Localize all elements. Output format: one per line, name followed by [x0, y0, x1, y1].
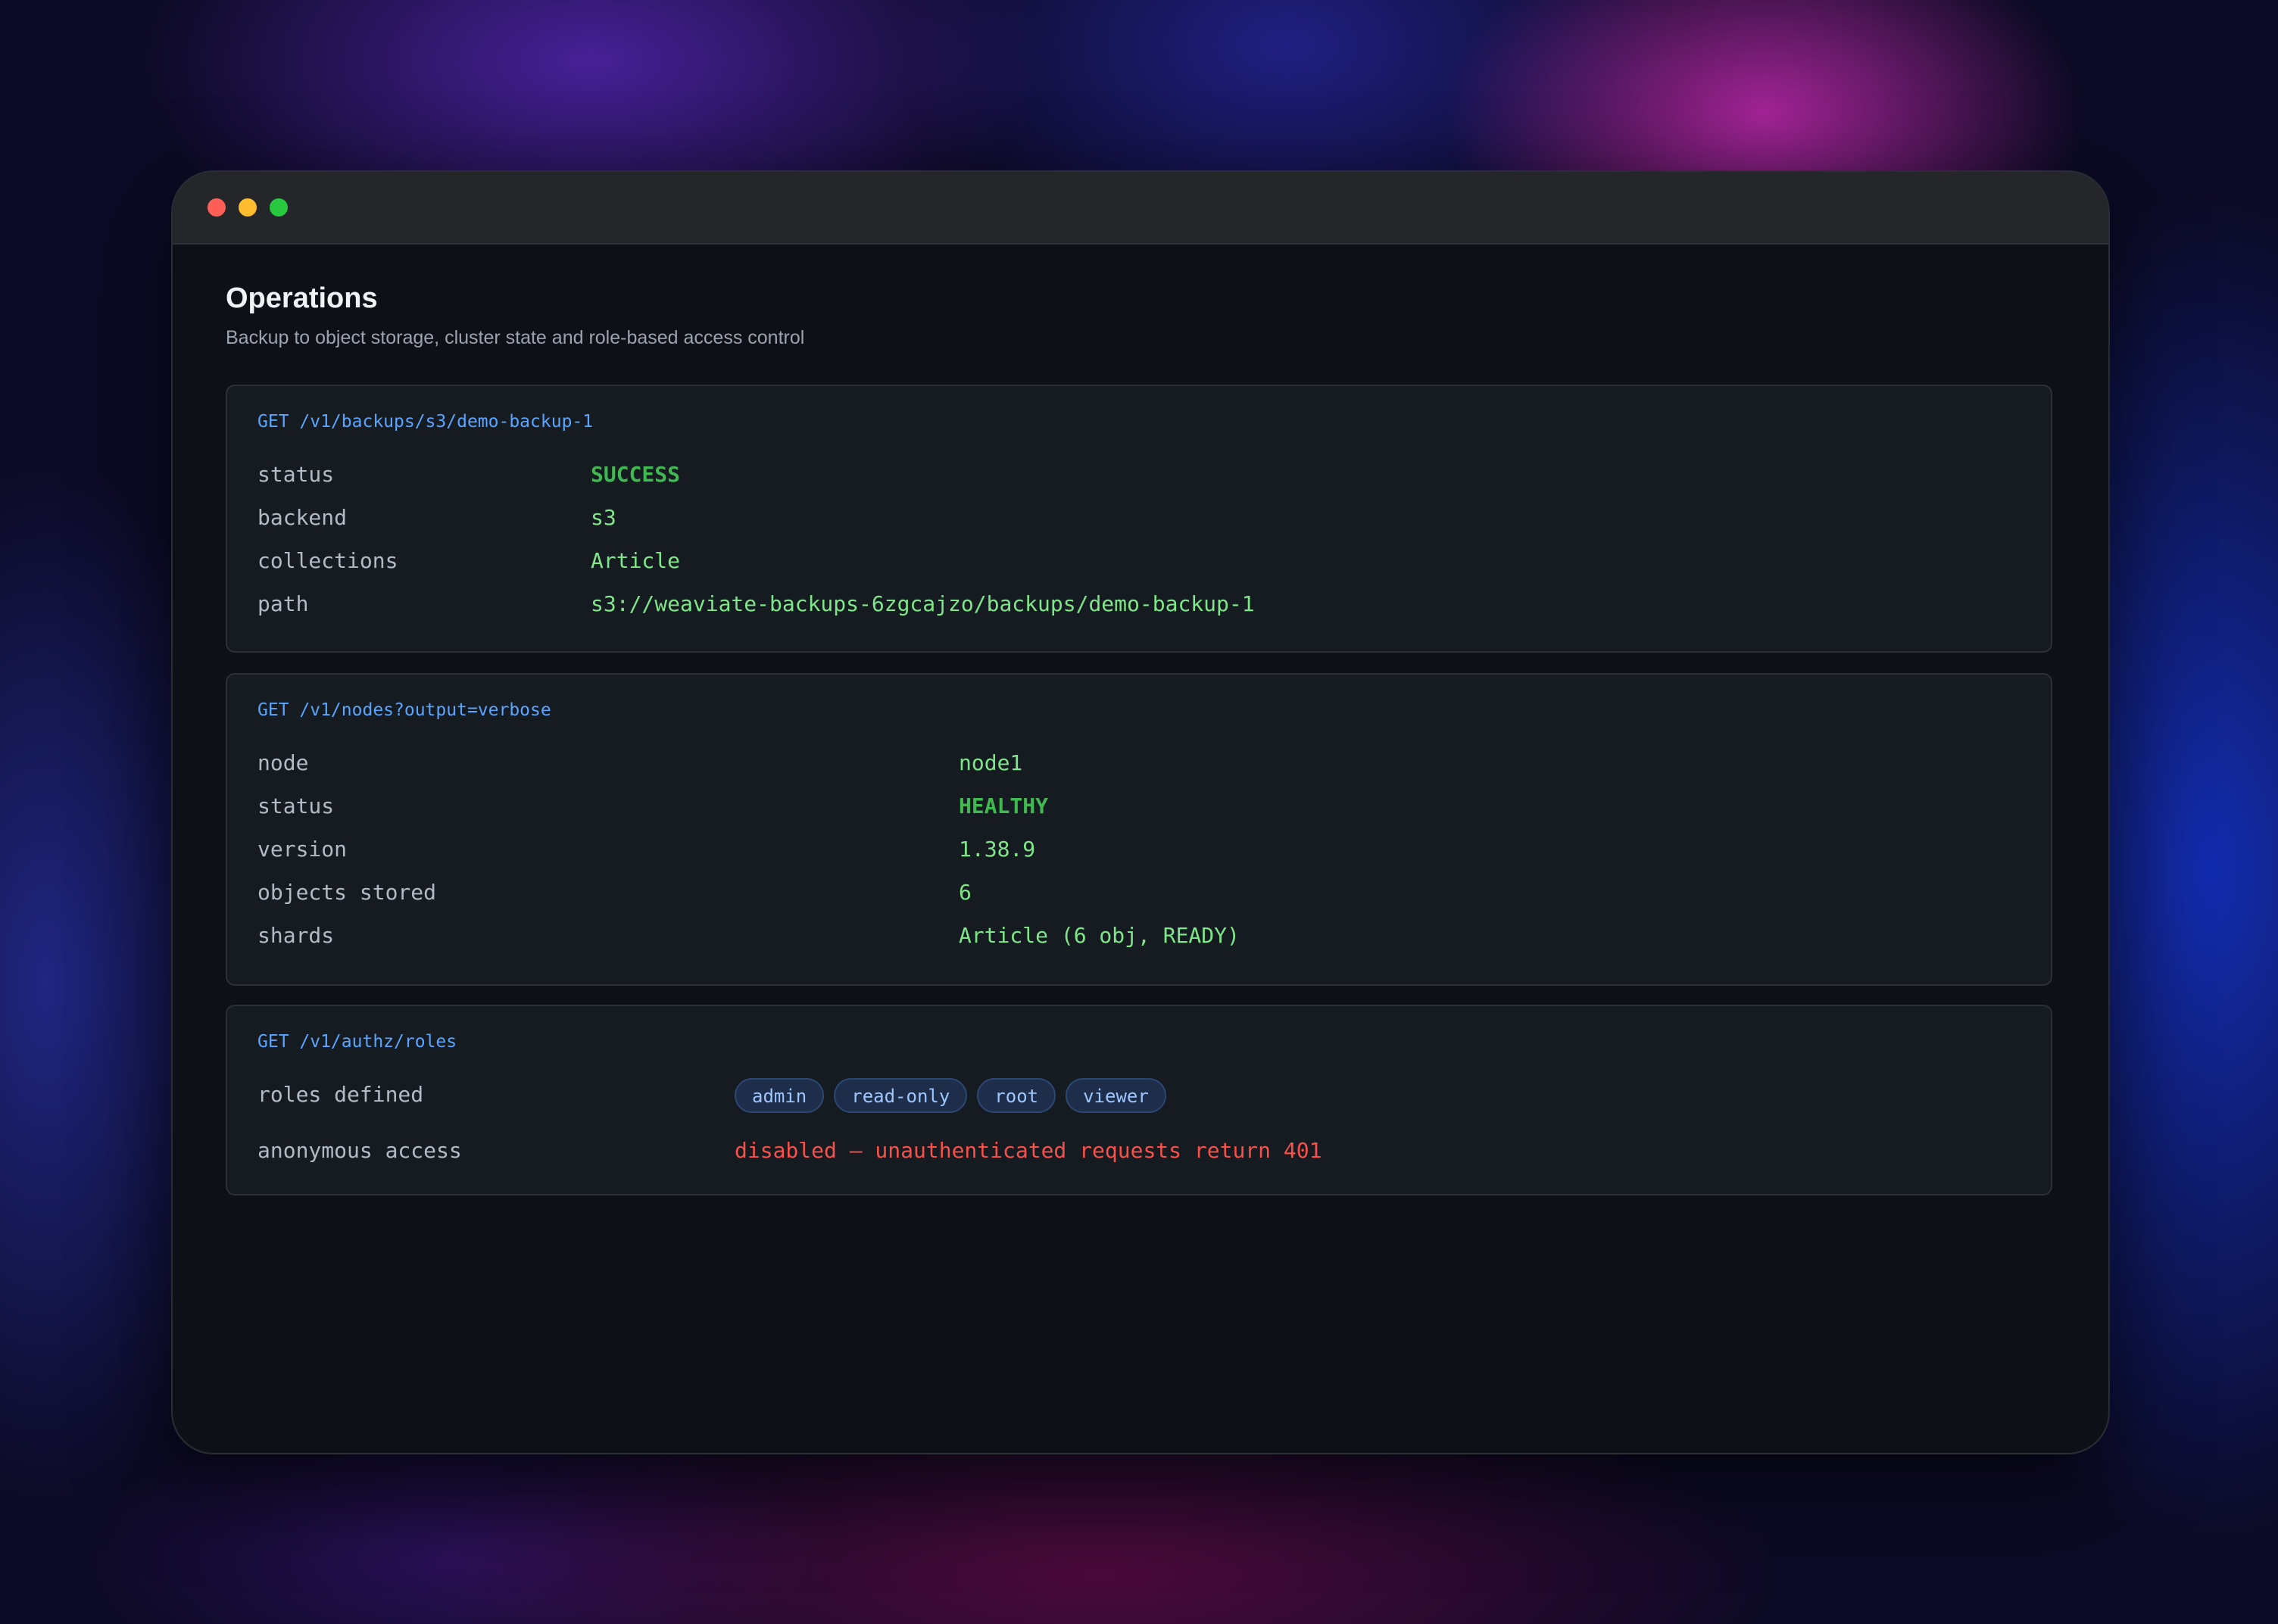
row-key: roles defined [257, 1082, 424, 1107]
roles-row-anonymous: anonymous access disabled — unauthentica… [257, 1136, 2021, 1166]
row-key: collections [257, 548, 398, 573]
row-key: shards [257, 923, 335, 948]
node-status-value: HEALTHY [959, 793, 1049, 818]
nodes-row-status: status HEALTHY [257, 791, 2021, 821]
roles-list: admin read-only root viewer [735, 1078, 1166, 1113]
backup-collections-value: Article [591, 548, 681, 573]
window-titlebar [173, 172, 2108, 245]
nodes-endpoint: GET /v1/nodes?output=verbose [257, 700, 551, 720]
app-window: Operations Backup to object storage, clu… [171, 170, 2110, 1454]
backup-card: GET /v1/backups/s3/demo-backup-1 status … [226, 385, 2052, 653]
node-objects-value: 6 [959, 880, 972, 905]
row-key: node [257, 750, 309, 775]
row-key: path [257, 591, 309, 616]
backup-backend-value: s3 [591, 505, 616, 530]
backup-status-value: SUCCESS [591, 462, 681, 487]
nodes-card: GET /v1/nodes?output=verbose node node1 … [226, 673, 2052, 986]
role-badge-read-only[interactable]: read-only [834, 1078, 968, 1113]
backup-row-backend: backend s3 [257, 503, 2021, 533]
backup-endpoint: GET /v1/backups/s3/demo-backup-1 [257, 412, 594, 432]
minimize-window-button[interactable] [239, 198, 257, 217]
backup-path-value: s3://weaviate-backups-6zgcajzo/backups/d… [591, 591, 1255, 616]
maximize-window-button[interactable] [270, 198, 288, 217]
role-badge-admin[interactable]: admin [735, 1078, 825, 1113]
nodes-row-node: node node1 [257, 748, 2021, 778]
page-subtitle: Backup to object storage, cluster state … [226, 327, 805, 348]
row-key: status [257, 462, 335, 487]
row-key: anonymous access [257, 1138, 462, 1163]
anonymous-access-value: disabled — unauthenticated requests retu… [735, 1138, 1322, 1163]
row-key: backend [257, 505, 348, 530]
roles-card: GET /v1/authz/roles roles defined admin … [226, 1005, 2052, 1195]
nodes-row-version: version 1.38.9 [257, 834, 2021, 865]
main-content: Operations Backup to object storage, clu… [173, 245, 2108, 349]
roles-endpoint: GET /v1/authz/roles [257, 1032, 457, 1052]
row-key: status [257, 793, 335, 818]
row-key: version [257, 837, 348, 862]
close-window-button[interactable] [208, 198, 226, 217]
row-key: objects stored [257, 880, 437, 905]
nodes-row-objects: objects stored 6 [257, 877, 2021, 908]
nodes-row-shards: shards Article (6 obj, READY) [257, 921, 2021, 951]
backup-row-collections: collections Article [257, 546, 2021, 576]
node-version-value: 1.38.9 [959, 837, 1036, 862]
page-title: Operations [226, 282, 378, 314]
roles-row-defined: roles defined admin read-only root viewe… [257, 1078, 2021, 1113]
backup-row-status: status SUCCESS [257, 460, 2021, 490]
node-shards-value: Article (6 obj, READY) [959, 923, 1240, 948]
role-badge-root[interactable]: root [977, 1078, 1056, 1113]
role-badge-viewer[interactable]: viewer [1066, 1078, 1166, 1113]
node-name-value: node1 [959, 750, 1023, 775]
backup-row-path: path s3://weaviate-backups-6zgcajzo/back… [257, 589, 2021, 619]
